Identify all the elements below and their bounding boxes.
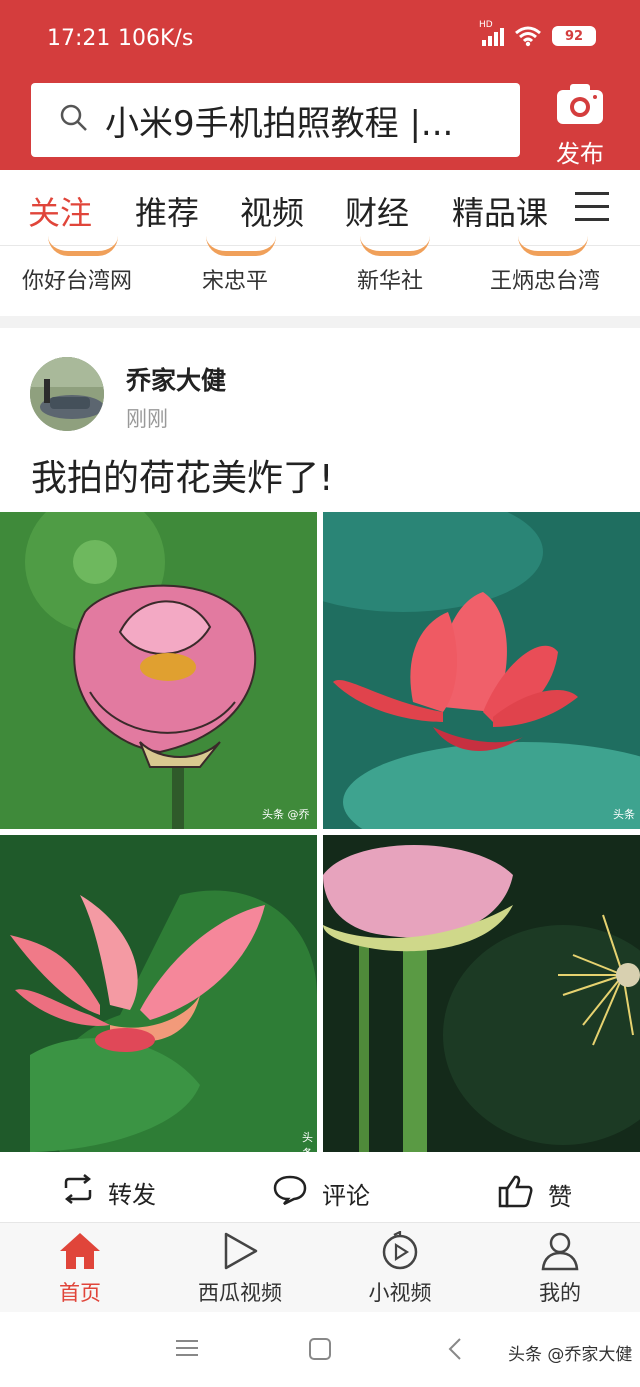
comment-icon	[272, 1174, 308, 1212]
search-icon	[59, 103, 89, 137]
tab-recommend[interactable]: 推荐	[135, 188, 199, 234]
image-watermark: 头条 @乔家大健	[508, 1345, 633, 1365]
comment-button[interactable]: 评论	[272, 1174, 370, 1212]
follow-avatar-4[interactable]	[518, 236, 588, 256]
nav-short-video[interactable]: 小视频	[340, 1231, 460, 1307]
photo-watermark-2: 头条	[613, 808, 635, 821]
tab-follow[interactable]: 关注	[28, 188, 92, 234]
post-title[interactable]: 我拍的荷花美炸了!	[31, 449, 333, 501]
status-bar: 17:21 106K/s HD 92	[0, 0, 640, 78]
follow-name-4[interactable]: 王炳忠台湾	[490, 263, 600, 295]
repost-button[interactable]: 转发	[62, 1174, 156, 1210]
search-input[interactable]: 小米9手机拍照教程 |...	[31, 83, 520, 157]
nav-short-video-label: 小视频	[368, 1281, 432, 1305]
system-navigation: 头条 @乔家大健	[0, 1312, 640, 1387]
nav-xigua-video[interactable]: 西瓜视频	[180, 1231, 300, 1307]
wifi-icon	[514, 25, 542, 47]
post-actions: 转发 评论 赞	[0, 1160, 640, 1222]
publish-button[interactable]: 发布	[548, 82, 612, 168]
follow-avatar-2[interactable]	[206, 236, 276, 256]
publish-label: 发布	[556, 140, 604, 168]
battery-icon: 92	[552, 26, 596, 46]
post-photo-2[interactable]: 头条	[323, 512, 640, 829]
menu-icon[interactable]	[176, 1338, 198, 1362]
follow-name-1[interactable]: 你好台湾网	[22, 263, 132, 295]
photo-watermark-3: 头条	[302, 1131, 313, 1152]
network-speed: 106K/s	[118, 26, 194, 51]
post-time: 刚刚	[126, 407, 168, 431]
like-label: 赞	[548, 1182, 572, 1211]
battery-level: 92	[564, 28, 584, 44]
nav-xigua-label: 西瓜视频	[198, 1281, 282, 1305]
network-type: HD	[479, 20, 493, 30]
repost-label: 转发	[108, 1180, 156, 1209]
nav-profile-label: 我的	[539, 1281, 581, 1305]
channel-menu-icon[interactable]	[575, 192, 609, 222]
search-query: 小米9手机拍照教程 |...	[105, 103, 454, 144]
back-icon[interactable]	[448, 1338, 462, 1364]
play-icon	[180, 1231, 300, 1271]
channel-tabs: 关注 推荐 视频 财经 精品课	[0, 170, 640, 246]
bottom-nav: 首页 西瓜视频 小视频 我的	[0, 1222, 640, 1312]
thumbs-up-icon	[498, 1174, 534, 1214]
tab-finance[interactable]: 财经	[345, 188, 409, 234]
home-square-icon[interactable]	[309, 1338, 331, 1364]
avatar[interactable]	[30, 357, 104, 431]
tab-courses[interactable]: 精品课	[452, 188, 548, 234]
status-time: 17:21	[47, 26, 111, 51]
nav-profile[interactable]: 我的	[500, 1231, 620, 1307]
follow-avatar-1[interactable]	[48, 236, 118, 256]
photo-watermark: 头条 @乔	[262, 808, 310, 821]
post-photo-3[interactable]: 头条	[0, 835, 317, 1152]
nav-home-label: 首页	[59, 1281, 101, 1305]
tab-video[interactable]: 视频	[240, 188, 304, 234]
app-header: 17:21 106K/s HD 92 小米9手机拍照教程 |... 发布	[0, 0, 640, 170]
follow-name-3[interactable]: 新华社	[357, 263, 423, 295]
author-name[interactable]: 乔家大健	[126, 361, 226, 397]
like-button[interactable]: 赞	[498, 1174, 572, 1214]
post-photo-4[interactable]	[323, 835, 640, 1152]
signal-icon: HD	[479, 20, 504, 46]
nav-home[interactable]: 首页	[20, 1231, 140, 1307]
post-photo-1[interactable]: 头条 @乔	[0, 512, 317, 829]
divider	[0, 316, 640, 328]
comment-label: 评论	[322, 1181, 370, 1210]
home-icon	[20, 1231, 140, 1271]
status-icons: HD 92	[479, 20, 596, 47]
user-icon	[500, 1231, 620, 1271]
follow-avatar-3[interactable]	[360, 236, 430, 256]
follow-name-2[interactable]: 宋忠平	[202, 263, 268, 295]
short-video-icon	[340, 1231, 460, 1271]
repost-icon	[62, 1174, 94, 1210]
